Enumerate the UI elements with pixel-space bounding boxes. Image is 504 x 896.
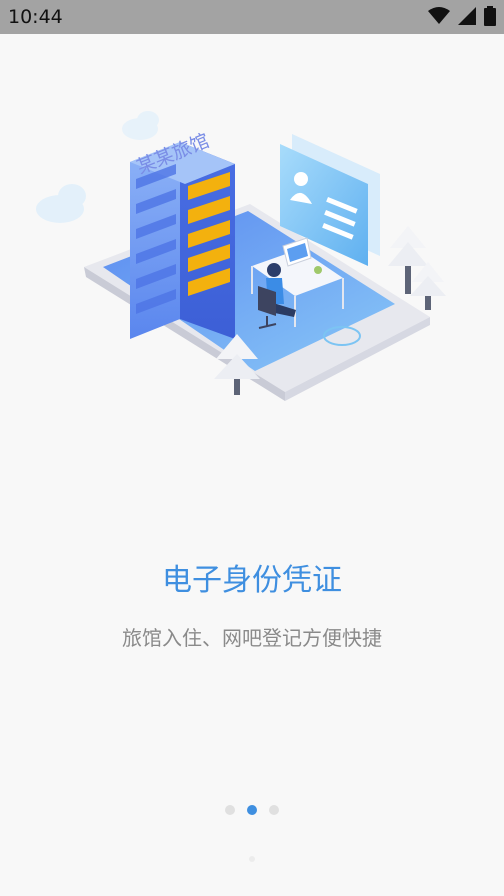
page-dot[interactable] <box>269 805 279 815</box>
page-subtitle: 旅馆入住、网吧登记方便快捷 <box>122 626 382 650</box>
tree-right-small <box>410 262 446 310</box>
cloud-top <box>122 111 159 140</box>
status-icons <box>428 6 496 26</box>
status-bar: 10:44 <box>0 0 504 34</box>
bottom-handle <box>249 856 255 862</box>
hotel-building: 某某旅馆 <box>130 130 235 339</box>
cloud-left <box>36 184 86 223</box>
page-title: 电子身份凭证 <box>162 563 342 598</box>
page-dot-active[interactable] <box>247 805 257 815</box>
signal-icon <box>458 7 476 25</box>
hotel-illustration: 某某旅馆 <box>36 111 446 401</box>
status-time: 10:44 <box>8 6 63 28</box>
wifi-icon <box>428 7 450 24</box>
page-indicator <box>0 805 504 815</box>
battery-icon <box>484 6 496 26</box>
page-dot[interactable] <box>225 805 235 815</box>
